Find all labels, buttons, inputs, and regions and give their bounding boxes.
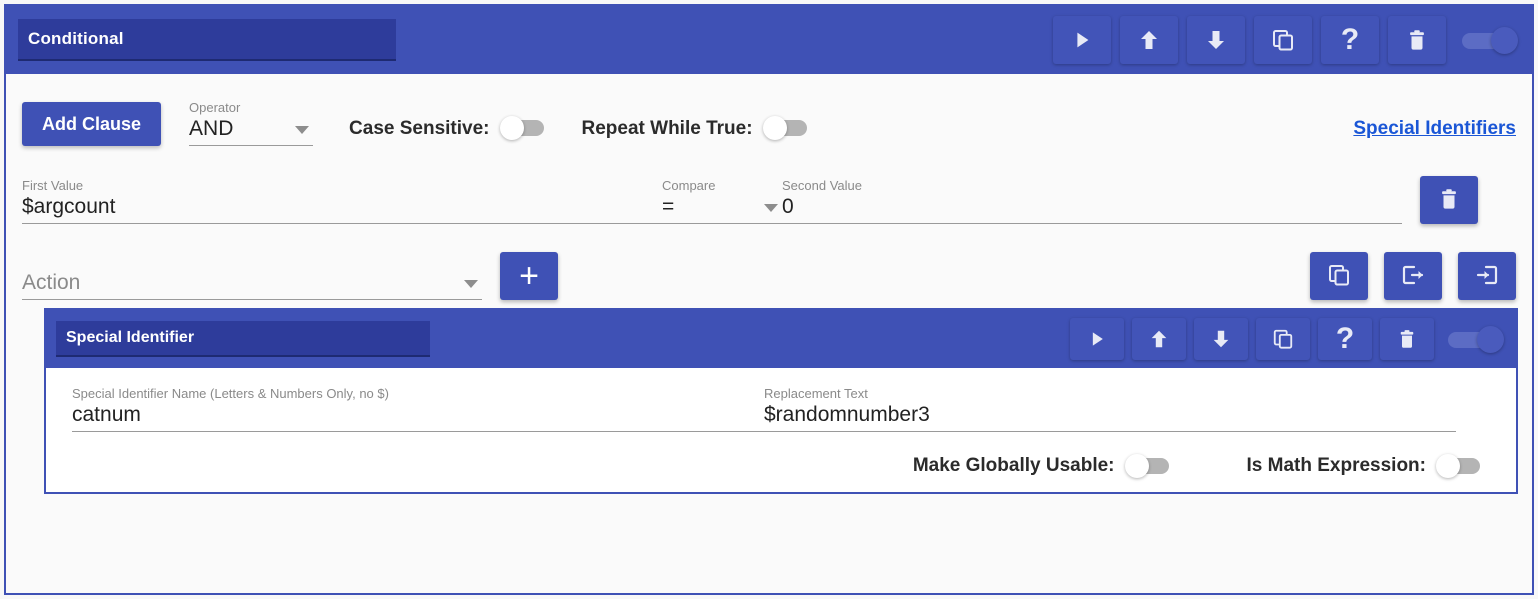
action-select[interactable]: Action bbox=[22, 269, 482, 300]
action-row: Action + bbox=[22, 224, 1516, 300]
conditional-card: ? Add Clause bbox=[4, 4, 1534, 595]
help-button[interactable]: ? bbox=[1321, 16, 1379, 64]
controls-row: Add Clause Operator AND Case Sensitive: … bbox=[22, 74, 1516, 152]
nested-delete-button[interactable] bbox=[1380, 318, 1434, 360]
compare-label: Compare bbox=[662, 178, 716, 193]
first-value-label: First Value bbox=[22, 178, 84, 193]
delete-clause-button[interactable] bbox=[1420, 176, 1478, 224]
special-identifiers-link[interactable]: Special Identifiers bbox=[1353, 118, 1516, 140]
nested-move-down-button[interactable] bbox=[1194, 318, 1248, 360]
field-underline bbox=[662, 223, 782, 224]
conditional-card-header: ? bbox=[6, 6, 1532, 74]
special-identifier-name-field[interactable]: Special Identifier Name (Letters & Numbe… bbox=[72, 386, 764, 432]
import-icon bbox=[1475, 263, 1499, 290]
clause-row: First Value $argcount Compare = Second V… bbox=[22, 152, 1516, 224]
add-action-button[interactable]: + bbox=[500, 252, 558, 300]
toggle-knob bbox=[1477, 326, 1504, 353]
run-icon bbox=[1087, 329, 1107, 349]
add-clause-button[interactable]: Add Clause bbox=[22, 102, 162, 146]
special-identifier-toggles: Make Globally Usable: Is Math Expression… bbox=[72, 432, 1490, 478]
math-expression-label: Is Math Expression: bbox=[1246, 455, 1427, 476]
case-sensitive-label: Case Sensitive: bbox=[349, 118, 490, 139]
math-expression-toggle[interactable] bbox=[1436, 454, 1482, 478]
conditional-title-input[interactable] bbox=[18, 19, 396, 61]
special-identifier-card: ? bbox=[44, 308, 1518, 494]
chevron-down-icon bbox=[295, 126, 310, 134]
repeat-while-true-label: Repeat While True: bbox=[581, 118, 753, 139]
toggle-knob bbox=[499, 116, 524, 140]
operator-label: Operator bbox=[189, 100, 241, 115]
operator-select[interactable]: Operator AND bbox=[189, 100, 314, 146]
move-down-button[interactable] bbox=[1187, 16, 1245, 64]
app-screen: ? Add Clause bbox=[0, 0, 1538, 599]
globally-usable-label: Make Globally Usable: bbox=[912, 455, 1115, 476]
field-underline bbox=[22, 223, 662, 224]
export-actions-button[interactable] bbox=[1384, 252, 1442, 300]
field-underline bbox=[782, 223, 1402, 224]
export-icon bbox=[1401, 263, 1425, 290]
action-row-buttons bbox=[1294, 252, 1516, 300]
nested-move-up-button[interactable] bbox=[1132, 318, 1186, 360]
copy-icon bbox=[1327, 263, 1351, 290]
question-mark-icon: ? bbox=[1340, 23, 1360, 56]
second-value-text: 0 bbox=[782, 195, 794, 218]
special-identifier-body: Special Identifier Name (Letters & Numbe… bbox=[46, 368, 1516, 492]
copy-icon bbox=[1272, 328, 1294, 350]
chevron-down-icon bbox=[764, 204, 778, 212]
field-underline bbox=[764, 431, 1456, 432]
run-button[interactable] bbox=[1053, 16, 1111, 64]
trash-icon bbox=[1406, 28, 1428, 52]
arrow-up-icon bbox=[1137, 28, 1161, 52]
second-value-label: Second Value bbox=[782, 178, 862, 193]
second-value-field[interactable]: Second Value 0 bbox=[782, 178, 1402, 224]
toggle-knob bbox=[1124, 454, 1149, 478]
globally-usable-toggle[interactable] bbox=[1124, 454, 1171, 478]
nested-help-button[interactable]: ? bbox=[1318, 318, 1372, 360]
move-up-button[interactable] bbox=[1120, 16, 1178, 64]
special-identifier-name-label: Special Identifier Name (Letters & Numbe… bbox=[72, 386, 389, 401]
replacement-text-value: $randomnumber3 bbox=[764, 403, 930, 426]
repeat-while-true-toggle[interactable] bbox=[762, 116, 809, 140]
arrow-up-icon bbox=[1148, 328, 1170, 350]
arrow-down-icon bbox=[1210, 328, 1232, 350]
import-actions-button[interactable] bbox=[1458, 252, 1516, 300]
copy-button[interactable] bbox=[1254, 16, 1312, 64]
run-icon bbox=[1071, 29, 1093, 51]
nested-run-button[interactable] bbox=[1070, 318, 1124, 360]
conditional-enabled-toggle[interactable] bbox=[1462, 27, 1518, 54]
special-identifier-title-input[interactable] bbox=[56, 321, 430, 357]
special-identifier-enabled-toggle[interactable] bbox=[1448, 326, 1504, 353]
special-identifier-header: ? bbox=[46, 310, 1516, 368]
toggle-knob bbox=[1491, 27, 1518, 54]
first-value-text: $argcount bbox=[22, 195, 116, 218]
field-underline bbox=[72, 431, 764, 432]
field-underline bbox=[22, 299, 482, 300]
plus-icon: + bbox=[519, 257, 539, 295]
toggle-knob bbox=[1436, 454, 1460, 478]
question-mark-icon: ? bbox=[1335, 322, 1355, 355]
toggle-knob bbox=[762, 116, 787, 140]
replacement-text-field[interactable]: Replacement Text $randomnumber3 bbox=[764, 386, 1456, 432]
copy-actions-button[interactable] bbox=[1310, 252, 1368, 300]
replacement-text-label: Replacement Text bbox=[764, 386, 868, 401]
conditional-card-body: Add Clause Operator AND Case Sensitive: … bbox=[6, 74, 1532, 593]
copy-icon bbox=[1271, 28, 1295, 52]
special-identifier-name-value: catnum bbox=[72, 403, 141, 426]
delete-button[interactable] bbox=[1388, 16, 1446, 64]
chevron-down-icon bbox=[464, 280, 478, 288]
case-sensitive-toggle[interactable] bbox=[499, 116, 546, 140]
nested-copy-button[interactable] bbox=[1256, 318, 1310, 360]
trash-icon bbox=[1438, 187, 1460, 214]
first-value-field[interactable]: First Value $argcount bbox=[22, 178, 662, 224]
special-identifier-fields: Special Identifier Name (Letters & Numbe… bbox=[72, 386, 1490, 432]
compare-select[interactable]: Compare = bbox=[662, 178, 782, 224]
field-underline bbox=[189, 145, 314, 146]
trash-icon bbox=[1397, 328, 1417, 350]
action-placeholder: Action bbox=[22, 271, 81, 294]
arrow-down-icon bbox=[1204, 28, 1228, 52]
